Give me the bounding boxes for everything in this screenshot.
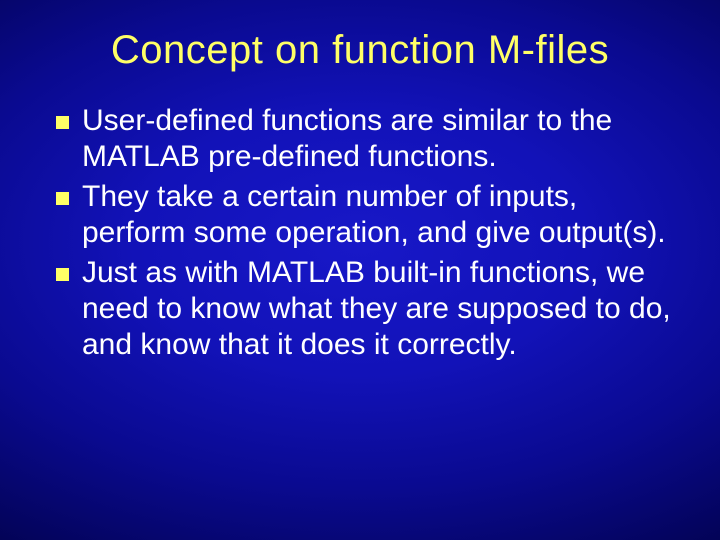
list-item: User-defined functions are similar to th… [56, 103, 672, 175]
bullet-square-icon [56, 268, 69, 281]
slide: Concept on function M-files User-defined… [0, 0, 720, 540]
bullet-text: Just as with MATLAB built-in functions, … [82, 256, 671, 361]
bullet-square-icon [56, 192, 69, 205]
bullet-text: User-defined functions are similar to th… [82, 104, 612, 173]
bullet-square-icon [56, 116, 69, 129]
list-item: Just as with MATLAB built-in functions, … [56, 255, 672, 363]
slide-title: Concept on function M-files [48, 28, 672, 73]
bullet-list: User-defined functions are similar to th… [48, 103, 672, 363]
bullet-text: They take a certain number of inputs, pe… [82, 180, 666, 249]
list-item: They take a certain number of inputs, pe… [56, 179, 672, 251]
